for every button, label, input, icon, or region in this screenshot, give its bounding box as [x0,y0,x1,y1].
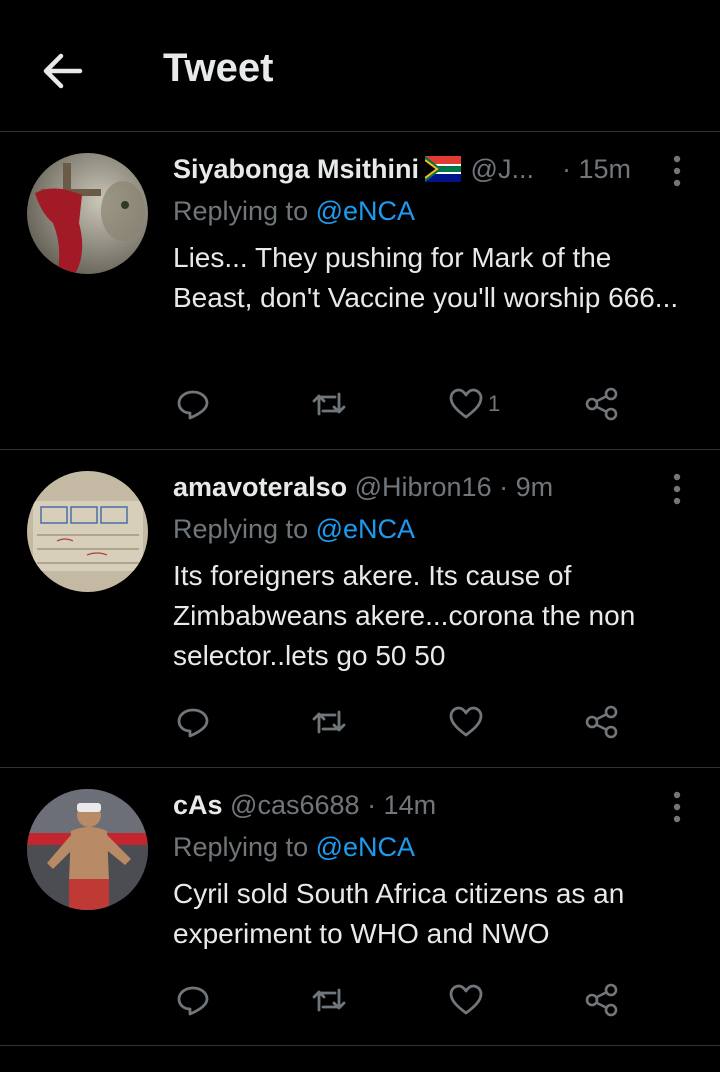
share-icon [585,983,618,1017]
tweet-item[interactable]: cAs @cas6688 · 14m Replying to @eNCA Cyr… [0,768,720,1046]
tweet-header: cAs @cas6688 · 14m [173,790,436,821]
mention-link[interactable]: @eNCA [316,832,415,862]
tweet-item[interactable]: amavoteralso @Hibron16 · 9m Replying to … [0,450,720,768]
reply-icon [177,986,209,1016]
retweet-button[interactable] [311,384,347,424]
south-africa-flag-icon [425,156,462,182]
share-button[interactable] [584,980,620,1020]
tweet-item[interactable]: Siyabonga Msithini @J... · 15m Replying t… [0,132,720,450]
share-button[interactable] [584,384,620,424]
like-count: 1 [488,391,501,416]
like-button[interactable]: 1 [448,384,500,424]
replying-to: Replying to @eNCA [173,514,415,545]
more-options-icon[interactable] [672,472,682,506]
tweet-text: Its foreigners akere. Its cause of Zimba… [173,560,636,671]
user-handle[interactable]: @Hibron16 [355,472,492,502]
timestamp[interactable]: · 9m [499,472,553,502]
user-handle[interactable]: @J... [471,154,534,184]
avatar[interactable] [27,471,148,592]
replying-to: Replying to @eNCA [173,832,415,863]
share-icon [585,387,618,421]
replying-to-label: Replying to [173,196,316,226]
replying-to-label: Replying to [173,832,316,862]
reply-icon [177,708,209,738]
retweet-icon [312,710,346,734]
replying-to: Replying to @eNCA [173,196,415,227]
page-title: Tweet [163,46,274,90]
tweet-actions [0,980,720,1020]
avatar[interactable] [27,789,148,910]
replying-to-label: Replying to [173,514,316,544]
tweet-actions [0,702,720,742]
share-icon [585,705,618,739]
retweet-button[interactable] [311,980,347,1020]
mention-link[interactable]: @eNCA [316,514,415,544]
retweet-icon [312,392,346,416]
reply-button[interactable] [175,702,211,742]
retweet-icon [312,988,346,1012]
reply-button[interactable] [175,384,211,424]
like-button[interactable] [448,980,488,1020]
mention-link[interactable]: @eNCA [316,196,415,226]
display-name[interactable]: amavoteralso [173,472,347,502]
tweet-header: Siyabonga Msithini @J... · 15m [173,154,631,185]
reply-icon [177,390,209,420]
display-name[interactable]: Siyabonga Msithini [173,154,419,184]
tweet-header: amavoteralso @Hibron16 · 9m [173,472,553,503]
top-bar: Tweet [0,0,720,132]
user-handle[interactable]: @cas6688 [230,790,360,820]
share-button[interactable] [584,702,620,742]
retweet-button[interactable] [311,702,347,742]
heart-icon [449,388,483,419]
arrow-left-icon[interactable] [40,50,86,92]
more-options-icon[interactable] [672,154,682,188]
reply-button[interactable] [175,980,211,1020]
like-button[interactable] [448,702,488,742]
more-options-icon[interactable] [672,790,682,824]
heart-icon [449,984,483,1015]
display-name[interactable]: cAs [173,790,223,820]
timestamp[interactable]: · 14m [367,790,436,820]
timestamp[interactable]: · 15m [562,154,631,184]
tweet-text: Cyril sold South Africa citizens as an e… [173,878,625,949]
heart-icon [449,706,483,737]
avatar[interactable] [27,153,148,274]
tweet-text: Lies... They pushing for Mark of the Bea… [173,242,679,313]
tweet-actions: 1 [0,384,720,424]
